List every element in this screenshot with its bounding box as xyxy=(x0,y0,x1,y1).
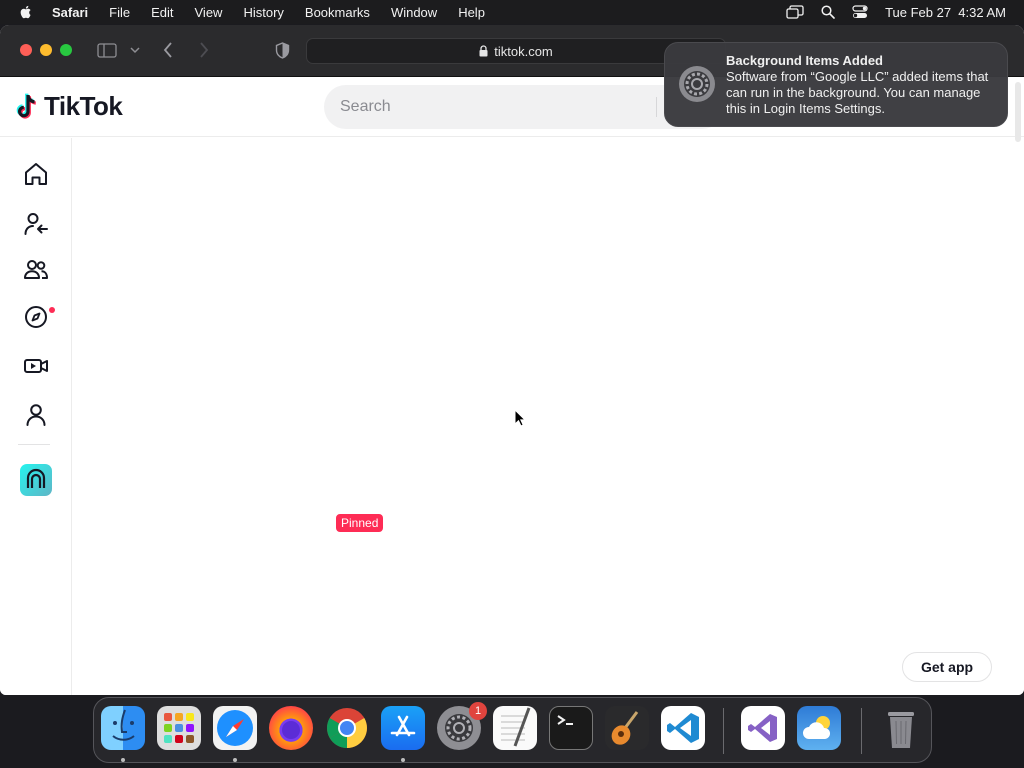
guitar-icon xyxy=(611,711,639,745)
vscode-icon xyxy=(667,713,699,743)
chevron-down-icon[interactable] xyxy=(130,47,140,54)
app-store-icon xyxy=(390,715,416,737)
lock-icon xyxy=(479,45,488,57)
chrome-icon xyxy=(327,708,367,748)
safari-compass-icon xyxy=(217,710,253,746)
firefox-icon xyxy=(282,721,300,739)
forward-arrow-icon[interactable] xyxy=(199,42,209,58)
privacy-shield-icon[interactable] xyxy=(275,42,290,59)
following-icon xyxy=(24,213,48,235)
page-scrollbar[interactable] xyxy=(1015,82,1021,142)
profile-icon xyxy=(26,404,46,426)
finder-icon xyxy=(112,709,135,741)
mouse-cursor-icon xyxy=(514,409,526,427)
dock-chrome[interactable] xyxy=(325,706,369,750)
settings-update-badge: 1 xyxy=(469,702,487,720)
sidebar-item-home[interactable] xyxy=(20,158,52,190)
menu-help[interactable]: Help xyxy=(458,5,485,20)
dock-finder[interactable] xyxy=(101,706,145,750)
spotlight-search-icon[interactable] xyxy=(821,5,835,19)
menu-view[interactable]: View xyxy=(195,5,223,20)
dock-textedit[interactable] xyxy=(493,706,537,750)
menu-app-name[interactable]: Safari xyxy=(52,5,88,20)
home-icon xyxy=(25,163,47,185)
sidebar-item-following[interactable] xyxy=(20,208,52,240)
zoom-window-button[interactable] xyxy=(60,44,72,56)
dock: 1 xyxy=(93,697,932,763)
sidebar-toggle-icon[interactable] xyxy=(97,43,117,58)
running-indicator-finder xyxy=(121,758,125,762)
sidebar-divider xyxy=(18,444,50,445)
launchpad-icon xyxy=(164,713,194,743)
dock-vscode[interactable] xyxy=(661,706,705,750)
pinned-badge: Pinned xyxy=(336,514,384,532)
menu-edit[interactable]: Edit xyxy=(151,5,173,20)
explore-compass-icon xyxy=(25,306,47,328)
terminal-icon xyxy=(557,715,573,725)
apple-logo-icon[interactable] xyxy=(18,4,34,20)
dock-separator xyxy=(861,708,862,754)
url-text: tiktok.com xyxy=(494,43,553,59)
tiktok-note-icon xyxy=(16,93,37,119)
sidebar-item-live[interactable] xyxy=(20,350,52,382)
search-divider xyxy=(656,97,657,117)
trash-icon xyxy=(888,712,914,748)
weather-cloud-icon xyxy=(803,716,831,739)
screen-mirroring-icon[interactable] xyxy=(786,5,804,19)
search-input[interactable] xyxy=(340,85,650,129)
visual-studio-icon xyxy=(748,714,777,742)
tiktok-wordmark: TikTok xyxy=(44,91,123,121)
friends-icon xyxy=(24,260,48,279)
live-video-icon xyxy=(24,359,48,373)
notification-body: Software from “Google LLC” added items t… xyxy=(726,69,989,116)
minimize-window-button[interactable] xyxy=(40,44,52,56)
menu-clock[interactable]: Tue Feb 27 4:32 AM xyxy=(885,5,1006,20)
textedit-icon xyxy=(501,707,531,747)
tiktok-sidebar xyxy=(0,138,72,695)
creator-tools-icon xyxy=(20,464,52,496)
dock-separator xyxy=(723,708,724,754)
sidebar-item-profile[interactable] xyxy=(20,399,52,431)
tiktok-page: TikTok Search Pinned Get app xyxy=(0,77,1024,695)
dock-launchpad[interactable] xyxy=(157,706,201,750)
menu-file[interactable]: File xyxy=(109,5,130,20)
menu-history[interactable]: History xyxy=(243,5,283,20)
notification-dot xyxy=(49,307,55,313)
address-bar[interactable]: tiktok.com xyxy=(306,38,726,64)
tiktok-logo[interactable]: TikTok xyxy=(16,91,123,122)
close-window-button[interactable] xyxy=(20,44,32,56)
control-center-icon[interactable] xyxy=(852,5,868,19)
menu-window[interactable]: Window xyxy=(391,5,437,20)
running-indicator-app-store xyxy=(401,758,405,762)
dock-safari[interactable] xyxy=(213,706,257,750)
sidebar-item-friends[interactable] xyxy=(20,254,52,286)
sidebar-item-creator[interactable] xyxy=(19,463,53,497)
menu-extras: Tue Feb 27 4:32 AM xyxy=(786,0,1006,24)
dock-garageband[interactable] xyxy=(605,706,649,750)
dock-firefox[interactable] xyxy=(269,706,313,750)
get-app-button[interactable]: Get app xyxy=(902,652,992,682)
menu-bar: Safari File Edit View History Bookmarks … xyxy=(0,0,1024,24)
background-items-notification[interactable]: Background Items Added Software from “Go… xyxy=(664,42,1008,127)
sidebar-item-explore[interactable] xyxy=(20,301,52,333)
dock-app-store[interactable] xyxy=(381,706,425,750)
system-settings-gear-icon xyxy=(679,66,715,102)
notification-title: Background Items Added xyxy=(726,53,883,68)
menu-bookmarks[interactable]: Bookmarks xyxy=(305,5,370,20)
dock-terminal[interactable] xyxy=(549,706,593,750)
dock-visual-studio[interactable] xyxy=(741,706,785,750)
back-arrow-icon[interactable] xyxy=(163,42,173,58)
dock-trash[interactable] xyxy=(879,706,923,750)
running-indicator-safari xyxy=(233,758,237,762)
dock-weather[interactable] xyxy=(797,706,841,750)
